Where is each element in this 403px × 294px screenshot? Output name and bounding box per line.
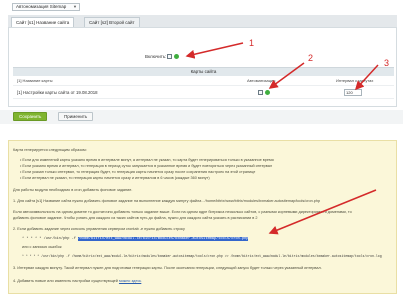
annotation-arrow-3 [354,64,379,91]
annotation-arrow-4 [268,189,377,235]
annotation-label-1: 1 [249,38,255,48]
annotation-label-2: 2 [308,53,314,63]
annotation-arrow-2 [268,62,305,89]
annotation-overlay [185,42,379,235]
annotation-label-3: 3 [384,58,390,68]
annotation-arrow-1 [185,42,244,59]
